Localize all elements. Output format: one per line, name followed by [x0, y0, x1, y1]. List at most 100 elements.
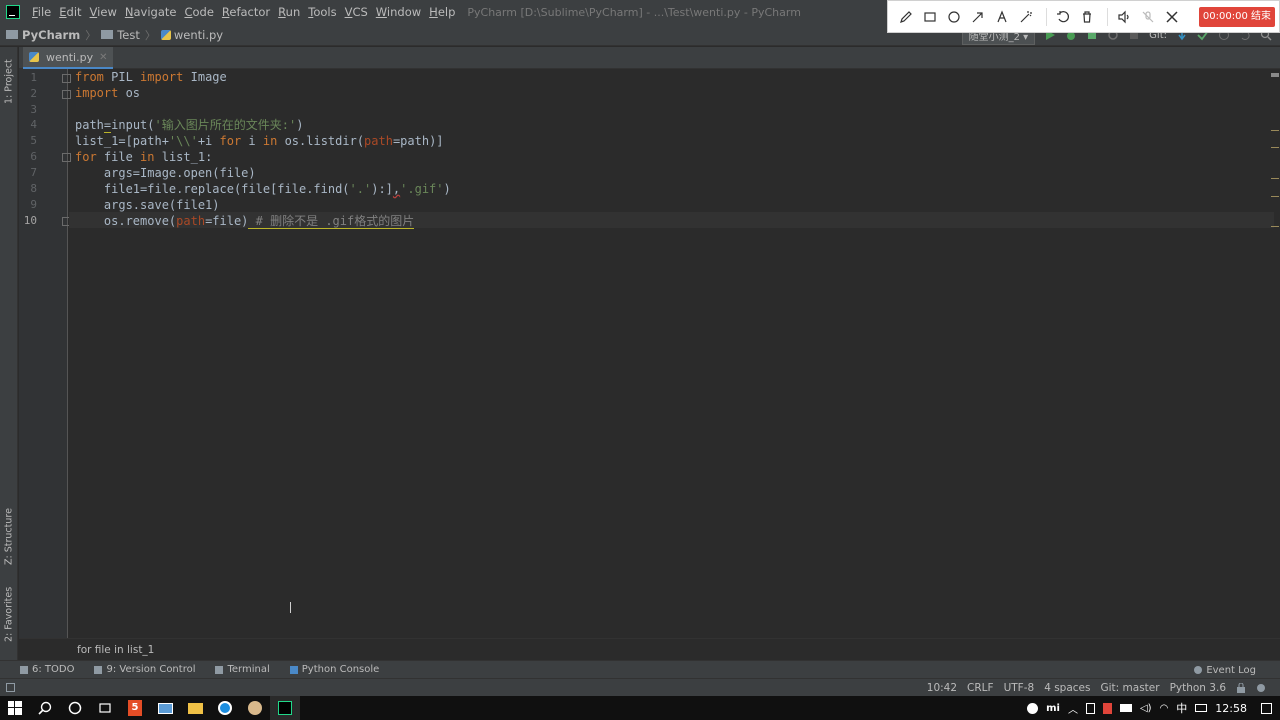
menu-tools[interactable]: Tools — [304, 0, 340, 24]
trash-icon[interactable] — [1077, 7, 1097, 27]
rectangle-icon[interactable] — [920, 7, 940, 27]
breadcrumb-separator: 〉 — [144, 28, 156, 42]
tab-python-console[interactable]: Python Console — [289, 664, 379, 675]
editor-gutter: 1 2 3 4 5 6 7 8 9 10 — [19, 69, 71, 638]
file-explorer-icon[interactable] — [180, 696, 210, 720]
close-icon[interactable] — [1162, 7, 1182, 27]
tab-project[interactable]: 1: Project — [1, 53, 17, 111]
tab-structure[interactable]: Z: Structure — [1, 505, 17, 569]
code-line-2: import os — [75, 86, 141, 100]
caret-position[interactable]: 10:42 — [927, 682, 957, 694]
tab-wenti-py[interactable]: wenti.py ✕ — [23, 47, 114, 69]
menu-vcs[interactable]: VCS — [341, 0, 372, 24]
speaker-icon[interactable] — [1114, 7, 1134, 27]
lock-icon[interactable] — [1236, 683, 1246, 693]
clock[interactable]: 12:58 — [1215, 702, 1247, 715]
ellipse-icon[interactable] — [944, 7, 964, 27]
text-icon[interactable] — [992, 7, 1012, 27]
fold-marker-icon[interactable] — [62, 90, 71, 99]
remote-desktop-icon[interactable] — [150, 696, 180, 720]
warning-mark[interactable] — [1271, 226, 1279, 227]
tab-terminal[interactable]: Terminal — [215, 664, 270, 675]
task-view-icon[interactable] — [90, 696, 120, 720]
menu-view[interactable]: View — [86, 0, 121, 24]
search-icon[interactable] — [30, 696, 60, 720]
toggle-tool-windows-icon[interactable] — [6, 683, 15, 692]
warning-mark[interactable] — [1271, 178, 1279, 179]
line-number: 4 — [30, 118, 37, 131]
arrow-icon[interactable] — [968, 7, 988, 27]
tab-event-log[interactable]: Event Log — [1194, 661, 1256, 679]
line-number: 5 — [30, 134, 37, 147]
media-player-icon[interactable] — [240, 696, 270, 720]
pycharm-taskbar-icon[interactable] — [270, 696, 300, 720]
code-editor[interactable]: 1 2 3 4 5 6 7 8 9 10 from PIL import Ima… — [19, 69, 1280, 638]
menu-refactor[interactable]: Refactor — [218, 0, 274, 24]
status-widgets: 10:42 CRLF UTF-8 4 spaces Git: master Py… — [927, 679, 1266, 697]
warning-mark[interactable] — [1271, 196, 1279, 197]
action-center-icon[interactable] — [1261, 702, 1272, 714]
python-file-icon — [29, 52, 39, 62]
menu-code[interactable]: Code — [180, 0, 217, 24]
browser-icon[interactable] — [210, 696, 240, 720]
breadcrumb-project[interactable]: PyCharm — [6, 28, 80, 42]
menu-run[interactable]: Run — [274, 0, 304, 24]
line-number: 7 — [30, 166, 37, 179]
tab-version-control[interactable]: 9: Version Control — [94, 664, 195, 675]
windows-start-icon[interactable] — [0, 696, 30, 720]
tool-window-bar: 6: TODO 9: Version Control Terminal Pyth… — [0, 660, 1280, 678]
python-console-icon — [289, 665, 298, 674]
html5-app-icon[interactable]: 5 — [120, 696, 150, 720]
code-line-7: args=Image.open(file) — [75, 166, 256, 180]
menu-edit[interactable]: Edit — [55, 0, 85, 24]
toolbar-divider — [1107, 7, 1108, 26]
line-separator[interactable]: CRLF — [967, 682, 994, 694]
line-number: 2 — [30, 87, 37, 100]
git-branch[interactable]: Git: master — [1100, 682, 1159, 694]
network-icon[interactable] — [1119, 704, 1132, 712]
python-interpreter[interactable]: Python 3.6 — [1170, 682, 1226, 694]
wifi-icon[interactable]: ◠ — [1160, 703, 1169, 714]
mic-off-icon[interactable] — [1138, 7, 1158, 27]
menu-file[interactable]: File — [28, 0, 55, 24]
version-control-icon — [94, 665, 103, 674]
security-icon[interactable] — [1102, 702, 1112, 714]
fold-marker-icon[interactable] — [62, 153, 71, 162]
breadcrumb-folder[interactable]: Test — [101, 28, 140, 42]
volume-icon[interactable]: ◁) — [1140, 703, 1152, 714]
pencil-icon[interactable] — [896, 7, 916, 27]
cortana-icon[interactable] — [60, 696, 90, 720]
line-number: 10 — [23, 214, 37, 227]
input-method-indicator[interactable]: 中 — [1176, 700, 1187, 716]
hector-icon[interactable] — [1256, 683, 1266, 693]
breadcrumb-file[interactable]: wenti.py — [160, 28, 223, 42]
error-stripe[interactable] — [1270, 69, 1280, 638]
editor-tab-bar: wenti.py ✕ — [19, 47, 1280, 69]
todo-icon — [20, 665, 28, 674]
tab-favorites[interactable]: 2: Favorites — [1, 585, 17, 643]
screen-recorder-toolbar: 00:00:00 结束 — [887, 0, 1280, 33]
warning-mark[interactable] — [1271, 130, 1279, 131]
line-number: 1 — [30, 71, 37, 84]
menu-navigate[interactable]: Navigate — [121, 0, 181, 24]
warning-mark[interactable] — [1271, 147, 1279, 148]
tablet-icon[interactable] — [1085, 702, 1095, 714]
undo-icon[interactable] — [1053, 7, 1073, 27]
windows-taskbar: 5 mi ︿ ◁) ◠ 中 12:58 — [0, 696, 1280, 720]
close-tab-icon[interactable]: ✕ — [99, 52, 107, 63]
app-tray-icon[interactable] — [1027, 702, 1039, 714]
inspection-status-icon[interactable] — [1271, 73, 1279, 77]
indent-setting[interactable]: 4 spaces — [1044, 682, 1090, 694]
magic-wand-icon[interactable] — [1016, 7, 1036, 27]
menu-window[interactable]: Window — [372, 0, 425, 24]
menu-help[interactable]: Help — [425, 0, 459, 24]
code-breadcrumb[interactable]: for file in list_1 — [19, 638, 1280, 660]
mi-tray-icon[interactable]: mi — [1046, 703, 1060, 714]
show-hidden-icons-icon[interactable]: ︿ — [1068, 701, 1078, 716]
pycharm-logo-icon — [6, 5, 20, 19]
tab-todo[interactable]: 6: TODO — [20, 664, 74, 675]
keyboard-icon[interactable] — [1195, 704, 1208, 712]
recording-timer-button[interactable]: 00:00:00 结束 — [1198, 6, 1275, 27]
fold-marker-icon[interactable] — [62, 74, 71, 83]
file-encoding[interactable]: UTF-8 — [1004, 682, 1035, 694]
